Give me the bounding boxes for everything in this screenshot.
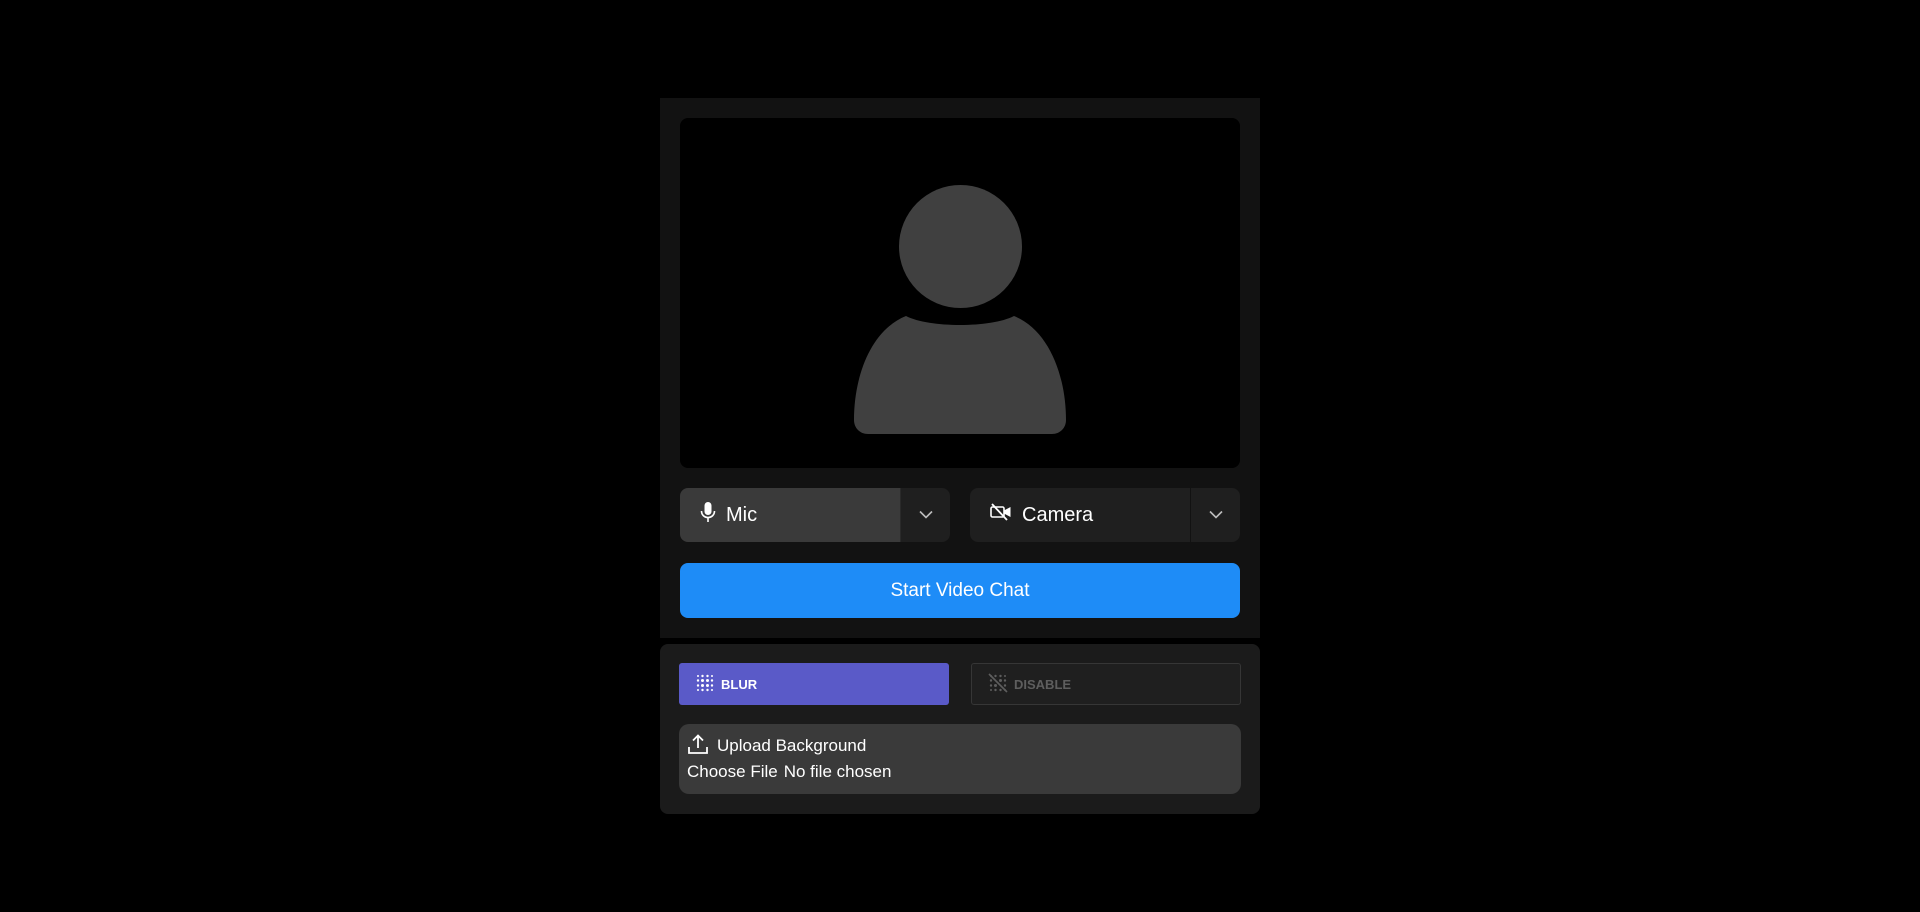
camera-dropdown-button[interactable]	[1190, 488, 1240, 542]
file-status: No file chosen	[783, 762, 892, 781]
blur-button[interactable]: BLUR	[679, 663, 949, 705]
chevron-down-icon	[918, 506, 933, 524]
disable-effects-button[interactable]: DISABLE	[971, 663, 1241, 705]
upload-background-heading: Upload Background	[687, 733, 1233, 760]
mic-dropdown-button[interactable]	[900, 488, 950, 542]
video-preview	[680, 118, 1240, 468]
blur-off-icon	[988, 672, 1008, 696]
chevron-down-icon	[1208, 506, 1223, 524]
mic-control: Mic	[680, 488, 950, 542]
video-setup-panel: Mic Camera Start Video Chat	[660, 98, 1260, 638]
upload-background-section: Upload Background Choose File No file ch…	[679, 724, 1241, 794]
mic-label: Mic	[726, 503, 758, 526]
upload-icon	[687, 733, 709, 760]
choose-file-button[interactable]: Choose File	[687, 762, 778, 782]
upload-label: Upload Background	[717, 736, 867, 755]
background-effects-panel: BLUR DISABLE Upload Background Choose Fi…	[660, 644, 1260, 814]
disable-label: DISABLE	[1014, 676, 1072, 692]
camera-off-icon	[990, 503, 1012, 527]
camera-label: Camera	[1022, 503, 1094, 526]
blur-icon	[695, 673, 715, 696]
start-video-chat-button[interactable]: Start Video Chat	[680, 563, 1240, 618]
mic-toggle-button[interactable]: Mic	[680, 488, 900, 542]
avatar-head	[899, 185, 1022, 308]
camera-control: Camera	[970, 488, 1240, 542]
file-input: Choose File No file chosen	[687, 762, 1233, 782]
camera-toggle-button[interactable]: Camera	[970, 488, 1190, 542]
blur-label: BLUR	[721, 676, 758, 692]
microphone-icon	[700, 501, 716, 529]
avatar-icon	[854, 316, 1066, 434]
